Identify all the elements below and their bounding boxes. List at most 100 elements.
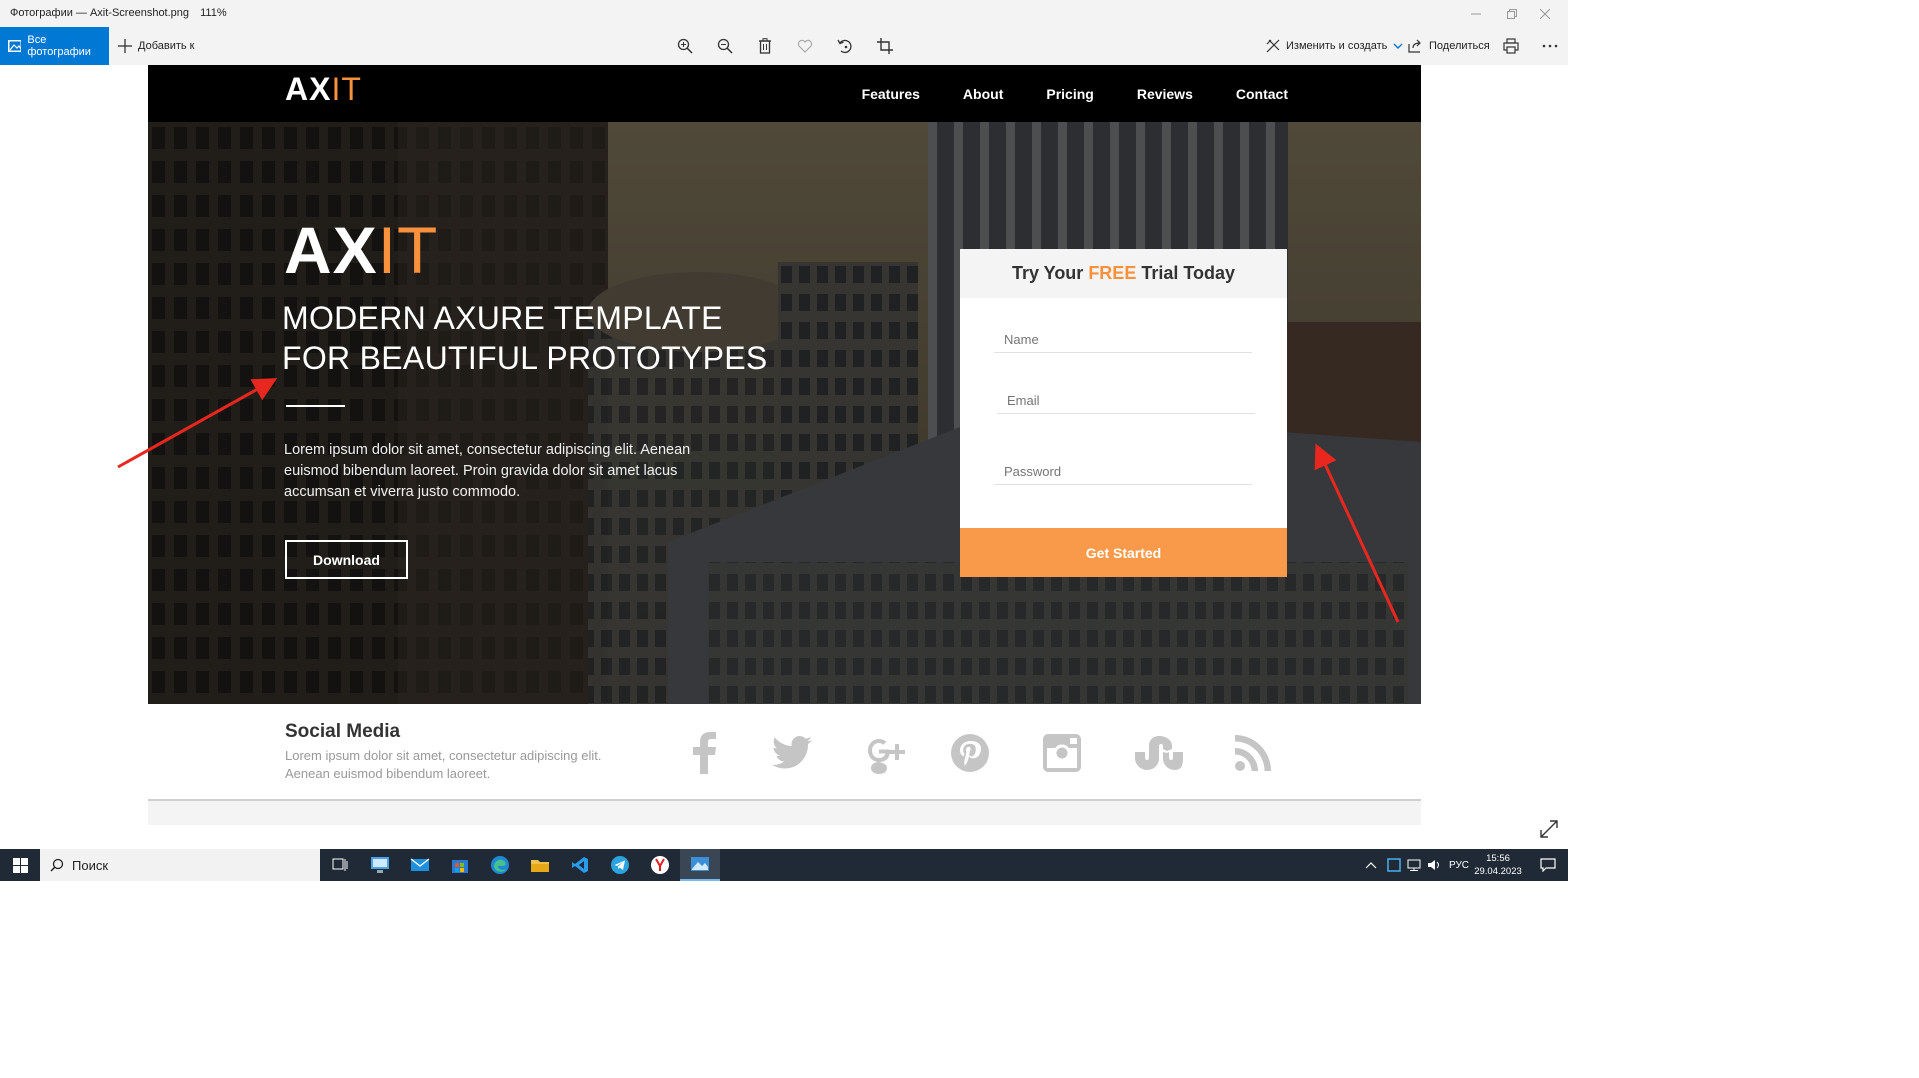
hero-logo-it: IT [377, 213, 439, 287]
photos-toolbar: Все фотографии Добавить к Изменить и соз… [0, 27, 1568, 65]
start-button[interactable] [0, 849, 40, 881]
password-input[interactable] [994, 460, 1262, 482]
all-photos-label: Все фотографии [27, 34, 91, 58]
email-field[interactable] [997, 389, 1265, 414]
taskbar-app-file-explorer[interactable] [520, 849, 560, 881]
rss-glyph [1235, 735, 1271, 771]
all-photos-button[interactable]: Все фотографии [0, 27, 109, 65]
logo-it: IT [331, 71, 362, 107]
facebook-icon[interactable] [676, 730, 732, 776]
store-app-icon [452, 860, 468, 873]
taskbar-app-store[interactable] [440, 849, 480, 881]
taskbar-app-mail[interactable] [400, 849, 440, 881]
hero-logo-ax: AX [284, 213, 378, 287]
website-screenshot: AXIT Features About Pricing Reviews Cont… [148, 65, 1421, 825]
edit-create-button[interactable]: Изменить и создать [1266, 27, 1403, 65]
twitter-glyph [772, 736, 812, 769]
title-bar: Фотографии — Axit-Screenshot.png 111% [0, 0, 1568, 27]
password-field[interactable] [994, 460, 1262, 485]
trash-icon [759, 38, 771, 54]
name-field[interactable] [994, 328, 1262, 353]
taskbar-clock[interactable]: 15:56 29.04.2023 [1470, 852, 1526, 878]
print-button[interactable] [1501, 36, 1521, 56]
rss-icon[interactable] [1225, 730, 1281, 776]
zoom-out-button[interactable] [715, 36, 735, 56]
search-icon [50, 858, 64, 872]
volume-icon[interactable] [1427, 859, 1441, 871]
social-media-section: Social Media Lorem ipsum dolor sit amet,… [148, 704, 1421, 800]
hero-logo: AXIT [284, 212, 438, 288]
zoom-in-button[interactable] [675, 36, 695, 56]
hero-title-line2: FOR BEAUTIFUL PROTOTYPES [282, 340, 768, 376]
notifications-button[interactable] [1530, 849, 1566, 881]
delete-button[interactable] [755, 36, 775, 56]
taskbar-app-yandex-browser[interactable] [640, 849, 680, 881]
taskbar-app-photos-active[interactable] [680, 849, 720, 881]
instagram-icon[interactable] [1034, 730, 1090, 776]
yandex-app-icon [651, 856, 669, 874]
photos-app-icon [691, 857, 709, 871]
footer-strip [148, 801, 1421, 825]
share-button[interactable]: Поделиться [1408, 27, 1490, 65]
chevron-down-icon [1393, 43, 1403, 49]
chevron-up-icon[interactable] [1365, 861, 1377, 869]
twitter-icon[interactable] [764, 730, 820, 776]
zoom-in-icon [677, 38, 693, 54]
tray-app-icon[interactable] [1387, 858, 1401, 872]
network-icon[interactable] [1407, 859, 1421, 871]
fullscreen-expand-icon[interactable] [1540, 820, 1558, 838]
pinterest-icon[interactable] [942, 730, 998, 776]
nav-reviews[interactable]: Reviews [1137, 86, 1193, 102]
share-icon [1408, 39, 1421, 53]
favorite-button[interactable] [795, 36, 815, 56]
nav-links: Features About Pricing Reviews Contact [862, 65, 1288, 122]
vscode-app-icon [572, 857, 588, 873]
task-view-button[interactable] [320, 849, 360, 881]
edge-app-icon [491, 856, 509, 874]
nav-about[interactable]: About [963, 86, 1003, 102]
photos-icon [8, 40, 22, 52]
edit-create-label: Изменить и создать [1286, 40, 1388, 52]
site-navbar: AXIT Features About Pricing Reviews Cont… [148, 65, 1421, 122]
close-button[interactable] [1522, 0, 1568, 27]
language-indicator[interactable]: РУС [1449, 860, 1469, 871]
window-title-text: Фотографии — Axit-Screenshot.png [10, 7, 190, 19]
close-icon [1540, 8, 1550, 19]
form-heading-post: Trial Today [1141, 263, 1236, 283]
logo-ax: AX [285, 71, 332, 107]
more-icon [1542, 44, 1558, 48]
name-input[interactable] [994, 328, 1262, 350]
plus-icon [118, 39, 132, 53]
nav-features[interactable]: Features [862, 86, 920, 102]
nav-contact[interactable]: Contact [1236, 86, 1288, 102]
search-label: Поиск [72, 857, 109, 873]
get-started-button[interactable]: Get Started [960, 528, 1287, 577]
crop-icon [877, 38, 893, 54]
stumbleupon-icon[interactable] [1131, 730, 1187, 776]
taskbar-app-edge[interactable] [480, 849, 520, 881]
email-input[interactable] [997, 389, 1265, 411]
google-plus-icon[interactable] [859, 730, 915, 776]
taskbar-app-vscode[interactable] [560, 849, 600, 881]
clock-time: 15:56 [1486, 853, 1510, 864]
taskbar-app-explorer-pc[interactable] [360, 849, 400, 881]
pinterest-glyph [951, 734, 989, 772]
download-button[interactable]: Download [285, 540, 408, 579]
minimize-icon [1471, 13, 1481, 14]
site-logo[interactable]: AXIT [285, 71, 362, 108]
taskbar-app-telegram[interactable] [600, 849, 640, 881]
hero-section: AXIT MODERN AXURE TEMPLATE FOR BEAUTIFUL… [148, 122, 1421, 704]
more-options-button[interactable] [1540, 36, 1560, 56]
notification-icon [1540, 858, 1556, 872]
share-label: Поделиться [1429, 40, 1490, 52]
hero-description: Lorem ipsum dolor sit amet, consectetur … [284, 442, 691, 500]
zoom-out-icon [717, 38, 733, 54]
crop-button[interactable] [875, 36, 895, 56]
rotate-button[interactable] [835, 36, 855, 56]
taskbar-search[interactable]: Поиск [40, 849, 320, 881]
image-viewer[interactable]: AXIT Features About Pricing Reviews Cont… [0, 65, 1568, 849]
trial-form: Try Your FREE Trial Today Get Started [960, 249, 1287, 577]
nav-pricing[interactable]: Pricing [1046, 86, 1093, 102]
add-to-button[interactable]: Добавить к [118, 27, 194, 65]
google-plus-glyph [868, 739, 905, 774]
